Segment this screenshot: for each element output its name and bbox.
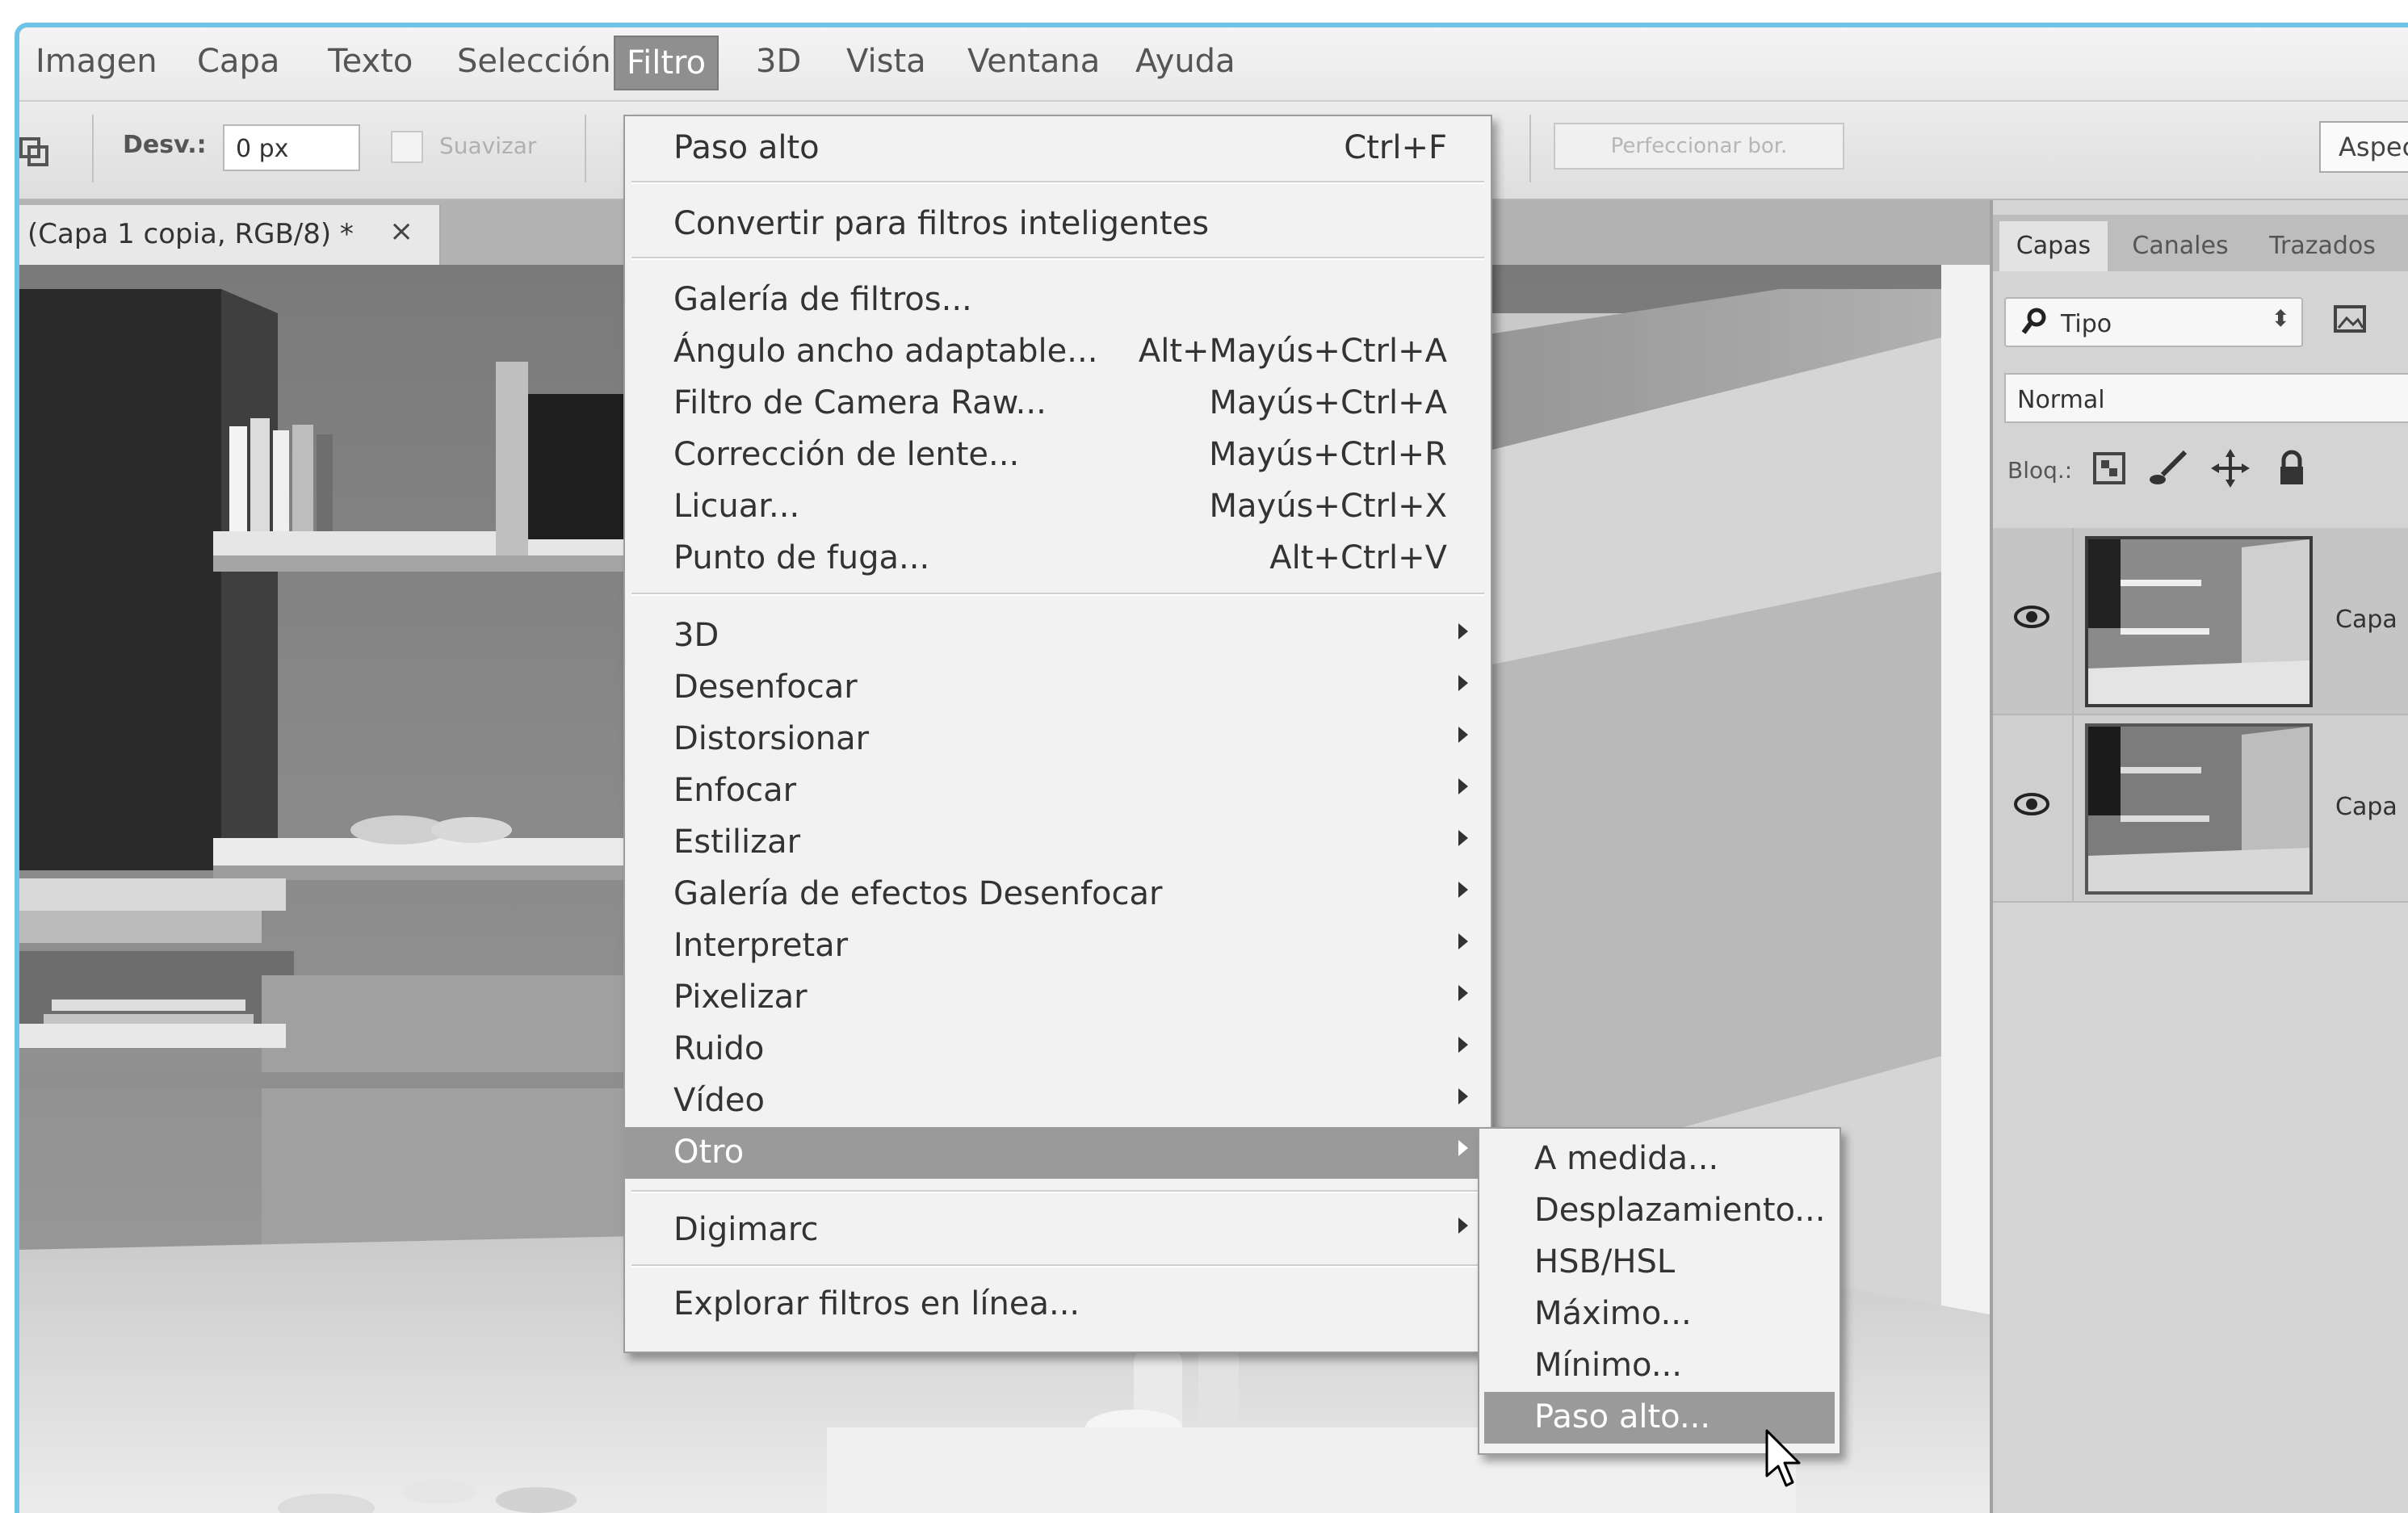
- eye-icon[interactable]: [2012, 790, 2051, 819]
- menu-3d[interactable]: 3D: [745, 36, 812, 87]
- eye-icon[interactable]: [2012, 602, 2051, 631]
- lock-all-padlock-icon[interactable]: [2272, 449, 2311, 488]
- menu-item-estilizar[interactable]: Estilizar: [625, 817, 1491, 869]
- tab-canales[interactable]: Canales: [2114, 221, 2246, 271]
- submenu-arrow-icon: [1458, 1140, 1468, 1156]
- menu-texto[interactable]: Texto: [317, 36, 424, 87]
- submenu-arrow-icon: [1458, 882, 1468, 898]
- close-icon[interactable]: ×: [389, 215, 413, 248]
- divider: [2072, 715, 2074, 901]
- menu-item-smart-filters[interactable]: Convertir para filtros inteligentes: [625, 199, 1491, 250]
- submenu-arrow-icon: [1458, 623, 1468, 639]
- otro-submenu: A medida... Desplazamiento... HSB/HSL Má…: [1478, 1127, 1841, 1455]
- menu-imagen[interactable]: Imagen: [24, 36, 169, 87]
- submenu-arrow-icon: [1458, 830, 1468, 846]
- menu-separator: [631, 1190, 1484, 1193]
- feather-input[interactable]: 0 px: [223, 124, 360, 171]
- mouse-cursor-icon: [1765, 1429, 1801, 1487]
- menu-item-vanishing-point[interactable]: Punto de fuga... Alt+Ctrl+V: [625, 533, 1491, 585]
- menu-item-camera-raw[interactable]: Filtro de Camera Raw... Mayús+Ctrl+A: [625, 378, 1491, 430]
- layer-row[interactable]: Capa: [1993, 715, 2408, 903]
- submenu-item-minimum[interactable]: Mínimo...: [1484, 1340, 1835, 1392]
- updown-arrows-icon: ⬍: [2271, 305, 2290, 332]
- lock-transparency-icon[interactable]: [2090, 449, 2129, 488]
- layers-panel: Capas Canales Trazados Tipo ⬍ Normal Blo…: [1990, 200, 2408, 1513]
- layer-thumbnail: [2085, 723, 2313, 895]
- menu-item-browse-online[interactable]: Explorar filtros en línea...: [625, 1279, 1491, 1331]
- layer-filter-label: Tipo: [2061, 310, 2112, 338]
- lock-pixels-brush-icon[interactable]: [2150, 449, 2188, 488]
- tab-capas[interactable]: Capas: [1999, 221, 2108, 271]
- layer-filter-select[interactable]: Tipo ⬍: [2004, 297, 2303, 347]
- document-tab[interactable]: (Capa 1 copia, RGB/8) * ×: [19, 205, 441, 265]
- submenu-item-hsb-hsl[interactable]: HSB/HSL: [1484, 1237, 1835, 1289]
- divider: [2072, 528, 2074, 714]
- menu-separator: [631, 1264, 1484, 1268]
- submenu-arrow-icon: [1458, 1218, 1468, 1234]
- menu-separator: [631, 181, 1484, 184]
- submenu-arrow-icon: [1458, 727, 1468, 743]
- menu-item-otro[interactable]: Otro: [625, 1127, 1491, 1179]
- menu-item-distorsionar[interactable]: Distorsionar: [625, 714, 1491, 765]
- menu-seleccion[interactable]: Selección: [446, 36, 623, 87]
- menu-item-ruido[interactable]: Ruido: [625, 1024, 1491, 1075]
- submenu-arrow-icon: [1458, 1088, 1468, 1104]
- menu-item-blur-gallery[interactable]: Galería de efectos Desenfocar: [625, 869, 1491, 920]
- document-tab-title: (Capa 1 copia, RGB/8) *: [27, 218, 354, 250]
- menu-item-filter-gallery[interactable]: Galería de filtros...: [625, 275, 1491, 326]
- layer-name: Capa: [2335, 793, 2398, 821]
- menu-item-digimarc[interactable]: Digimarc: [625, 1205, 1491, 1256]
- menu-item-lens-correction[interactable]: Corrección de lente... Mayús+Ctrl+R: [625, 430, 1491, 481]
- menu-capa[interactable]: Capa: [186, 36, 291, 87]
- tab-trazados[interactable]: Trazados: [2251, 221, 2393, 271]
- menu-item-3d[interactable]: 3D: [625, 610, 1491, 662]
- workspace-button[interactable]: Aspec: [2319, 121, 2408, 173]
- menu-item-last-filter[interactable]: Paso alto Ctrl+F: [625, 123, 1491, 174]
- filter-menu: Paso alto Ctrl+F Convertir para filtros …: [623, 115, 1492, 1353]
- menu-separator: [631, 257, 1484, 260]
- selection-mode-icon[interactable]: [19, 132, 52, 168]
- refine-edge-button[interactable]: Perfeccionar bor.: [1554, 123, 1844, 170]
- layer-row[interactable]: Capa: [1993, 528, 2408, 715]
- menu-bar: Imagen Capa Texto Selección Filtro 3D Vi…: [19, 27, 2408, 102]
- submenu-arrow-icon: [1458, 1037, 1468, 1053]
- antialias-checkbox[interactable]: [391, 131, 423, 163]
- search-icon: [2021, 308, 2046, 334]
- photoshop-window: Imagen Capa Texto Selección Filtro 3D Vi…: [15, 23, 2408, 1513]
- menu-item-interpretar[interactable]: Interpretar: [625, 920, 1491, 972]
- submenu-item-offset[interactable]: Desplazamiento...: [1484, 1185, 1835, 1237]
- menu-filtro[interactable]: Filtro: [614, 36, 719, 90]
- menu-item-liquify[interactable]: Licuar... Mayús+Ctrl+X: [625, 481, 1491, 533]
- menu-item-adaptive-wide-angle[interactable]: Ángulo ancho adaptable... Alt+Mayús+Ctrl…: [625, 326, 1491, 378]
- menu-item-pixelizar[interactable]: Pixelizar: [625, 972, 1491, 1024]
- antialias-label: Suavizar: [439, 132, 537, 159]
- feather-label: Desv.:: [123, 131, 207, 159]
- menu-vista[interactable]: Vista: [835, 36, 938, 87]
- submenu-arrow-icon: [1458, 985, 1468, 1001]
- menu-item-enfocar[interactable]: Enfocar: [625, 765, 1491, 817]
- image-filter-icon[interactable]: [2332, 302, 2368, 337]
- lock-label: Bloq.:: [2007, 457, 2073, 484]
- submenu-arrow-icon: [1458, 675, 1468, 691]
- lock-position-move-icon[interactable]: [2211, 449, 2250, 488]
- divider: [585, 115, 586, 182]
- menu-item-desenfocar[interactable]: Desenfocar: [625, 662, 1491, 714]
- menu-ayuda[interactable]: Ayuda: [1124, 36, 1247, 87]
- divider: [92, 115, 94, 182]
- menu-item-video[interactable]: Vídeo: [625, 1075, 1491, 1127]
- menu-ventana[interactable]: Ventana: [956, 36, 1111, 87]
- divider: [1529, 115, 1531, 182]
- blend-mode-select[interactable]: Normal: [2004, 373, 2408, 423]
- submenu-arrow-icon: [1458, 933, 1468, 949]
- menu-separator: [631, 593, 1484, 596]
- panel-tab-bar: Capas Canales Trazados: [1993, 215, 2408, 271]
- submenu-item-maximum[interactable]: Máximo...: [1484, 1289, 1835, 1340]
- submenu-arrow-icon: [1458, 778, 1468, 794]
- submenu-item-custom[interactable]: A medida...: [1484, 1134, 1835, 1185]
- layer-name: Capa: [2335, 606, 2398, 634]
- layer-thumbnail: [2085, 536, 2313, 707]
- blend-mode-value: Normal: [2017, 386, 2105, 414]
